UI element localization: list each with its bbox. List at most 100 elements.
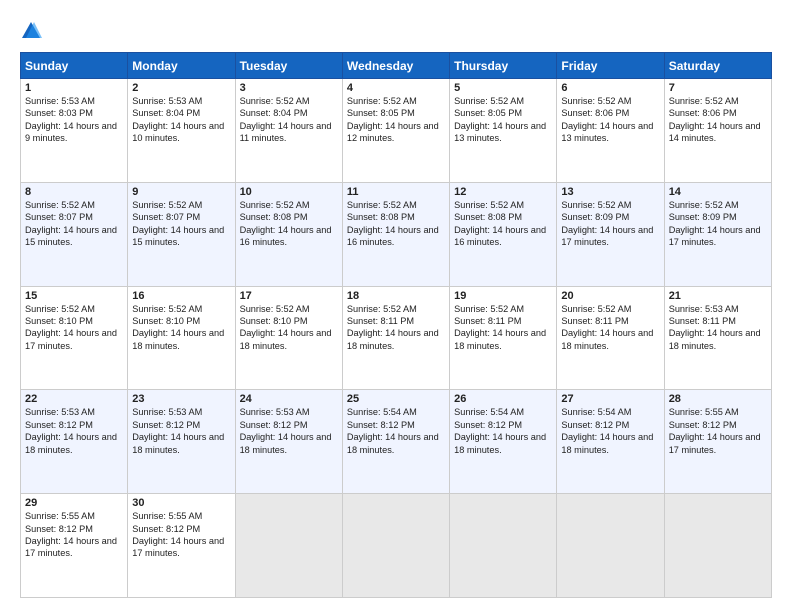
calendar-cell: 1Sunrise: 5:53 AMSunset: 8:03 PMDaylight… — [21, 79, 128, 183]
weekday-header-sunday: Sunday — [21, 53, 128, 79]
calendar-cell: 2Sunrise: 5:53 AMSunset: 8:04 PMDaylight… — [128, 79, 235, 183]
weekday-header-monday: Monday — [128, 53, 235, 79]
day-info: Sunrise: 5:52 AMSunset: 8:11 PMDaylight:… — [454, 303, 552, 353]
calendar-cell: 23Sunrise: 5:53 AMSunset: 8:12 PMDayligh… — [128, 390, 235, 494]
calendar-cell: 15Sunrise: 5:52 AMSunset: 8:10 PMDayligh… — [21, 286, 128, 390]
day-number: 27 — [561, 393, 659, 405]
header — [20, 18, 772, 42]
day-number: 2 — [132, 82, 230, 94]
day-info: Sunrise: 5:52 AMSunset: 8:06 PMDaylight:… — [561, 95, 659, 145]
calendar-cell: 14Sunrise: 5:52 AMSunset: 8:09 PMDayligh… — [664, 182, 771, 286]
day-number: 7 — [669, 82, 767, 94]
day-number: 22 — [25, 393, 123, 405]
calendar-cell: 21Sunrise: 5:53 AMSunset: 8:11 PMDayligh… — [664, 286, 771, 390]
logo-icon — [20, 20, 42, 42]
day-info: Sunrise: 5:52 AMSunset: 8:08 PMDaylight:… — [347, 199, 445, 249]
day-number: 10 — [240, 186, 338, 198]
calendar-cell: 17Sunrise: 5:52 AMSunset: 8:10 PMDayligh… — [235, 286, 342, 390]
day-number: 19 — [454, 290, 552, 302]
day-info: Sunrise: 5:53 AMSunset: 8:12 PMDaylight:… — [25, 406, 123, 456]
day-number: 6 — [561, 82, 659, 94]
calendar-body: 1Sunrise: 5:53 AMSunset: 8:03 PMDaylight… — [21, 79, 772, 598]
calendar-cell: 5Sunrise: 5:52 AMSunset: 8:05 PMDaylight… — [450, 79, 557, 183]
day-number: 20 — [561, 290, 659, 302]
day-number: 28 — [669, 393, 767, 405]
day-number: 15 — [25, 290, 123, 302]
day-number: 29 — [25, 497, 123, 509]
day-info: Sunrise: 5:52 AMSunset: 8:05 PMDaylight:… — [347, 95, 445, 145]
weekday-header-saturday: Saturday — [664, 53, 771, 79]
weekday-header-tuesday: Tuesday — [235, 53, 342, 79]
day-number: 12 — [454, 186, 552, 198]
day-info: Sunrise: 5:53 AMSunset: 8:03 PMDaylight:… — [25, 95, 123, 145]
day-info: Sunrise: 5:52 AMSunset: 8:09 PMDaylight:… — [669, 199, 767, 249]
day-info: Sunrise: 5:52 AMSunset: 8:06 PMDaylight:… — [669, 95, 767, 145]
day-info: Sunrise: 5:53 AMSunset: 8:04 PMDaylight:… — [132, 95, 230, 145]
calendar-cell: 30Sunrise: 5:55 AMSunset: 8:12 PMDayligh… — [128, 494, 235, 598]
calendar-header: SundayMondayTuesdayWednesdayThursdayFrid… — [21, 53, 772, 79]
day-number: 24 — [240, 393, 338, 405]
day-number: 21 — [669, 290, 767, 302]
day-info: Sunrise: 5:52 AMSunset: 8:07 PMDaylight:… — [132, 199, 230, 249]
day-number: 17 — [240, 290, 338, 302]
calendar-cell: 8Sunrise: 5:52 AMSunset: 8:07 PMDaylight… — [21, 182, 128, 286]
calendar-cell: 7Sunrise: 5:52 AMSunset: 8:06 PMDaylight… — [664, 79, 771, 183]
day-info: Sunrise: 5:52 AMSunset: 8:11 PMDaylight:… — [347, 303, 445, 353]
weekday-header-friday: Friday — [557, 53, 664, 79]
calendar-cell: 10Sunrise: 5:52 AMSunset: 8:08 PMDayligh… — [235, 182, 342, 286]
day-number: 16 — [132, 290, 230, 302]
calendar-cell: 25Sunrise: 5:54 AMSunset: 8:12 PMDayligh… — [342, 390, 449, 494]
day-number: 23 — [132, 393, 230, 405]
day-info: Sunrise: 5:52 AMSunset: 8:04 PMDaylight:… — [240, 95, 338, 145]
day-number: 9 — [132, 186, 230, 198]
day-number: 30 — [132, 497, 230, 509]
day-info: Sunrise: 5:54 AMSunset: 8:12 PMDaylight:… — [561, 406, 659, 456]
day-number: 25 — [347, 393, 445, 405]
calendar-cell — [664, 494, 771, 598]
weekday-row: SundayMondayTuesdayWednesdayThursdayFrid… — [21, 53, 772, 79]
day-info: Sunrise: 5:52 AMSunset: 8:07 PMDaylight:… — [25, 199, 123, 249]
day-number: 11 — [347, 186, 445, 198]
calendar-cell: 6Sunrise: 5:52 AMSunset: 8:06 PMDaylight… — [557, 79, 664, 183]
calendar-cell — [557, 494, 664, 598]
calendar-cell — [450, 494, 557, 598]
calendar-table: SundayMondayTuesdayWednesdayThursdayFrid… — [20, 52, 772, 598]
day-info: Sunrise: 5:54 AMSunset: 8:12 PMDaylight:… — [454, 406, 552, 456]
day-info: Sunrise: 5:54 AMSunset: 8:12 PMDaylight:… — [347, 406, 445, 456]
day-number: 1 — [25, 82, 123, 94]
calendar-cell: 28Sunrise: 5:55 AMSunset: 8:12 PMDayligh… — [664, 390, 771, 494]
calendar-cell: 20Sunrise: 5:52 AMSunset: 8:11 PMDayligh… — [557, 286, 664, 390]
day-info: Sunrise: 5:52 AMSunset: 8:10 PMDaylight:… — [240, 303, 338, 353]
weekday-header-wednesday: Wednesday — [342, 53, 449, 79]
calendar-cell: 11Sunrise: 5:52 AMSunset: 8:08 PMDayligh… — [342, 182, 449, 286]
day-info: Sunrise: 5:52 AMSunset: 8:10 PMDaylight:… — [25, 303, 123, 353]
day-info: Sunrise: 5:55 AMSunset: 8:12 PMDaylight:… — [25, 510, 123, 560]
calendar-cell — [235, 494, 342, 598]
day-number: 18 — [347, 290, 445, 302]
calendar-cell: 19Sunrise: 5:52 AMSunset: 8:11 PMDayligh… — [450, 286, 557, 390]
day-info: Sunrise: 5:52 AMSunset: 8:08 PMDaylight:… — [240, 199, 338, 249]
logo — [20, 18, 46, 42]
day-number: 14 — [669, 186, 767, 198]
day-info: Sunrise: 5:52 AMSunset: 8:05 PMDaylight:… — [454, 95, 552, 145]
calendar-cell: 3Sunrise: 5:52 AMSunset: 8:04 PMDaylight… — [235, 79, 342, 183]
day-number: 3 — [240, 82, 338, 94]
calendar-cell: 26Sunrise: 5:54 AMSunset: 8:12 PMDayligh… — [450, 390, 557, 494]
calendar-cell: 13Sunrise: 5:52 AMSunset: 8:09 PMDayligh… — [557, 182, 664, 286]
calendar-cell: 9Sunrise: 5:52 AMSunset: 8:07 PMDaylight… — [128, 182, 235, 286]
day-number: 26 — [454, 393, 552, 405]
day-info: Sunrise: 5:55 AMSunset: 8:12 PMDaylight:… — [669, 406, 767, 456]
weekday-header-thursday: Thursday — [450, 53, 557, 79]
calendar-cell: 29Sunrise: 5:55 AMSunset: 8:12 PMDayligh… — [21, 494, 128, 598]
calendar-cell: 24Sunrise: 5:53 AMSunset: 8:12 PMDayligh… — [235, 390, 342, 494]
day-number: 13 — [561, 186, 659, 198]
calendar-cell: 18Sunrise: 5:52 AMSunset: 8:11 PMDayligh… — [342, 286, 449, 390]
calendar-week-3: 15Sunrise: 5:52 AMSunset: 8:10 PMDayligh… — [21, 286, 772, 390]
calendar-cell: 16Sunrise: 5:52 AMSunset: 8:10 PMDayligh… — [128, 286, 235, 390]
calendar-cell: 27Sunrise: 5:54 AMSunset: 8:12 PMDayligh… — [557, 390, 664, 494]
calendar-cell: 12Sunrise: 5:52 AMSunset: 8:08 PMDayligh… — [450, 182, 557, 286]
day-info: Sunrise: 5:53 AMSunset: 8:12 PMDaylight:… — [240, 406, 338, 456]
calendar-week-4: 22Sunrise: 5:53 AMSunset: 8:12 PMDayligh… — [21, 390, 772, 494]
calendar-week-1: 1Sunrise: 5:53 AMSunset: 8:03 PMDaylight… — [21, 79, 772, 183]
calendar-cell — [342, 494, 449, 598]
